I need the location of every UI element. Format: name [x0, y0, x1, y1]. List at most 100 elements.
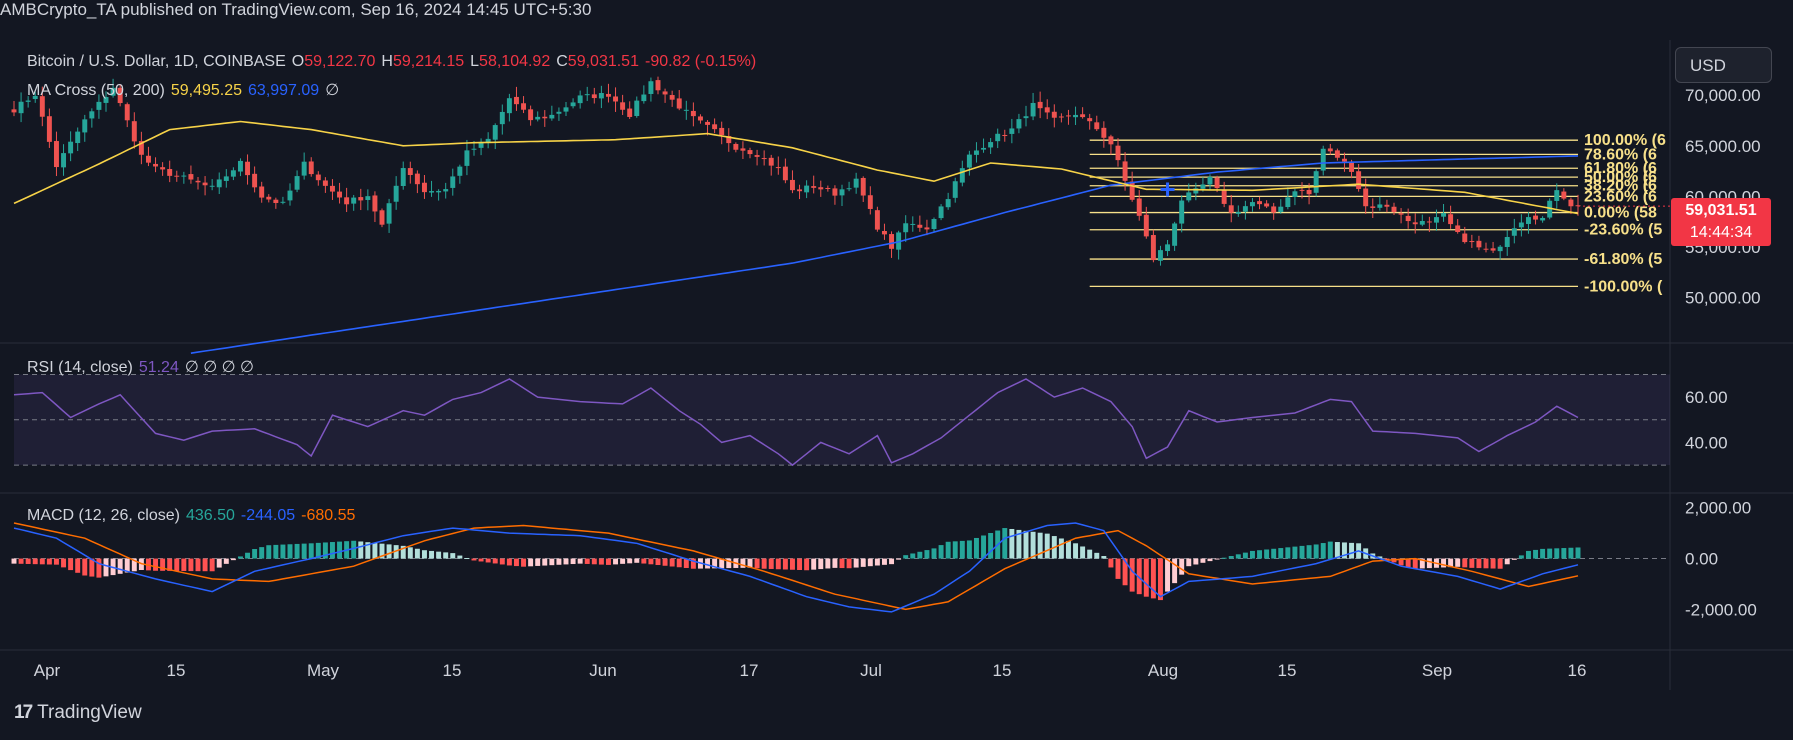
macd-histogram-bar [1179, 558, 1185, 575]
macd-histogram-bar [96, 558, 102, 578]
change-value: -90.82 (-0.15%) [644, 53, 757, 70]
tradingview-brand[interactable]: 17 TradingView [14, 702, 142, 724]
candle-body [322, 180, 328, 186]
candle-body [839, 189, 845, 196]
candle-body [308, 161, 314, 175]
macd-histogram-bar [797, 558, 803, 570]
candle-body [351, 197, 357, 204]
macd-histogram-bar [1313, 544, 1319, 559]
macd-histogram-bar [294, 543, 300, 559]
macd-histogram-bar [1561, 548, 1567, 559]
candle-body [429, 191, 435, 193]
candle-body [492, 125, 498, 140]
macd-histogram-bar [1065, 540, 1071, 559]
candle-body [1511, 228, 1517, 236]
candle-body [153, 163, 159, 167]
candle-body [648, 81, 654, 94]
macd-histogram-bar [1455, 558, 1461, 567]
candle-body [329, 185, 335, 192]
macd-histogram-bar [443, 552, 449, 559]
macd-histogram-bar [1257, 550, 1263, 559]
chart-canvas[interactable]: 70,000.0065,000.0060,000.0055,000.0050,0… [0, 0, 1793, 740]
candle-body [605, 93, 611, 97]
candle-body [344, 197, 350, 205]
macd-histogram-bar [648, 558, 654, 565]
candle-body [1554, 190, 1560, 201]
candle-body [96, 101, 102, 110]
macd-histogram-bar [818, 558, 824, 570]
macd-histogram-bar [32, 558, 38, 565]
macd-histogram-bar [775, 558, 781, 570]
close-label: C [556, 53, 568, 70]
macd-histogram-bar [1044, 533, 1050, 559]
candle-body [1179, 200, 1185, 224]
candle-body [874, 210, 880, 230]
candle-body [223, 176, 229, 181]
time-axis-tick: Jun [589, 661, 616, 680]
macd-histogram-bar [1129, 558, 1135, 592]
macd-axis-tick: -2,000.00 [1685, 600, 1757, 619]
candle-body [683, 109, 689, 111]
candle-body [1087, 118, 1093, 122]
candle-body [61, 153, 67, 168]
candle-body [981, 147, 987, 150]
macd-histogram-bar [669, 558, 675, 567]
macd-histogram-bar [931, 548, 937, 559]
macd-histogram-bar [910, 553, 916, 559]
candle-body [464, 150, 470, 166]
candle-body [988, 142, 994, 148]
macd-histogram-bar [506, 558, 512, 566]
macd-histogram-bar [811, 558, 817, 570]
macd-value: 436.50 [185, 507, 235, 524]
candle-body [1016, 119, 1022, 129]
macd-histogram-bar [1080, 546, 1086, 559]
macd-histogram-bar [1264, 549, 1270, 559]
currency-button[interactable]: USD [1675, 47, 1772, 83]
candle-body [1518, 222, 1524, 228]
macd-histogram-bar [952, 541, 958, 559]
symbol-label: Bitcoin / U.S. Dollar, 1D, COINBASE [27, 53, 286, 70]
candle-body [421, 182, 427, 193]
candle-body [556, 111, 562, 114]
candle-body [1384, 204, 1390, 207]
macd-histogram-bar [1504, 558, 1510, 565]
macd-histogram-bar [1285, 547, 1291, 559]
candle-body [1172, 223, 1178, 246]
time-axis-tick: Sep [1422, 661, 1452, 680]
candle-body [181, 175, 187, 177]
candle-body [754, 155, 760, 157]
ma-label: MA Cross (50, 200) [27, 82, 165, 99]
candle-body [973, 150, 979, 155]
macd-histogram-bar [513, 558, 519, 567]
macd-histogram-bar [18, 558, 24, 564]
candle-body [18, 101, 24, 114]
macd-histogram-bar [1228, 556, 1234, 559]
candle-body [457, 166, 463, 176]
macd-histogram-bar [761, 558, 767, 569]
macd-histogram-bar [464, 558, 470, 560]
low-label: L [470, 53, 480, 70]
candle-body [75, 131, 81, 144]
candle-body [414, 173, 420, 185]
candle-body [797, 189, 803, 192]
candle-body [1242, 206, 1248, 212]
low-value: 58,104.92 [479, 53, 551, 70]
candle-body [782, 166, 788, 181]
candle-body [1334, 150, 1340, 158]
candle-body [1051, 111, 1057, 118]
macd-histogram-bar [981, 535, 987, 559]
rsi-value: 51.24 [138, 359, 179, 376]
macd-histogram-bar [768, 558, 774, 569]
candle-body [1292, 191, 1298, 198]
macd-histogram-bar [1087, 549, 1093, 559]
rsi-label: RSI (14, close) [27, 359, 133, 376]
candle-body [924, 227, 930, 230]
macd-histogram-bar [46, 558, 52, 565]
candle-body [273, 199, 279, 203]
candle-body [1356, 171, 1362, 189]
macd-histogram-bar [450, 553, 456, 559]
macd-histogram-bar [1292, 546, 1298, 559]
candle-body [613, 96, 619, 102]
macd-histogram-bar [202, 558, 208, 572]
macd-histogram-bar [1554, 548, 1560, 559]
